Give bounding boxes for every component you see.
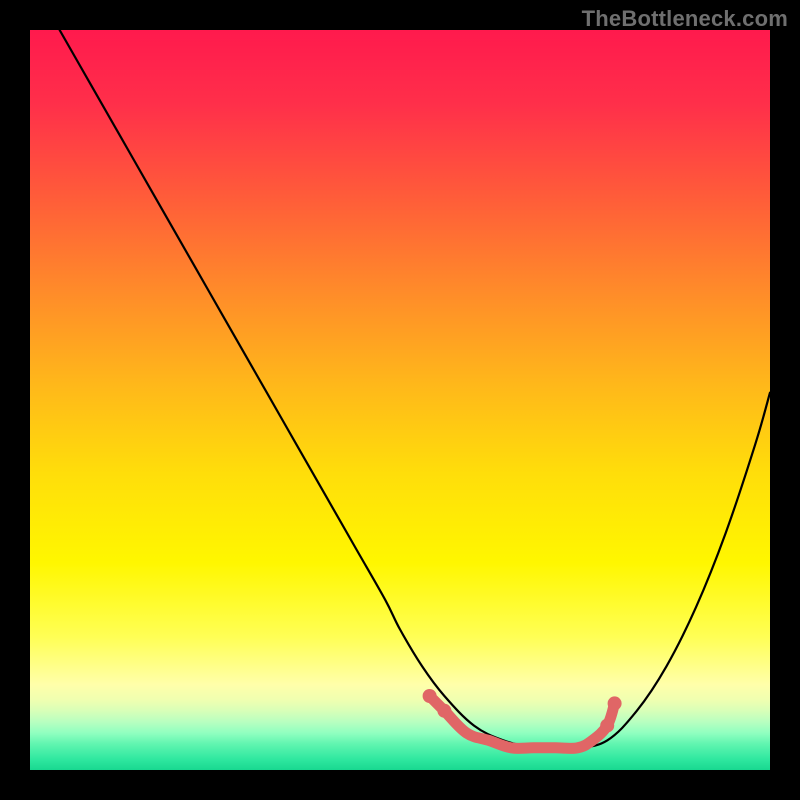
chart-frame [30,30,770,770]
watermark-text: TheBottleneck.com [582,6,788,32]
plot-overlay [30,30,770,770]
marker-dot [437,704,451,718]
bottleneck-curve [60,30,770,748]
marker-dot [608,696,622,710]
highlighted-bottom-line [430,696,615,748]
marker-dot [600,719,614,733]
marker-dot [423,689,437,703]
